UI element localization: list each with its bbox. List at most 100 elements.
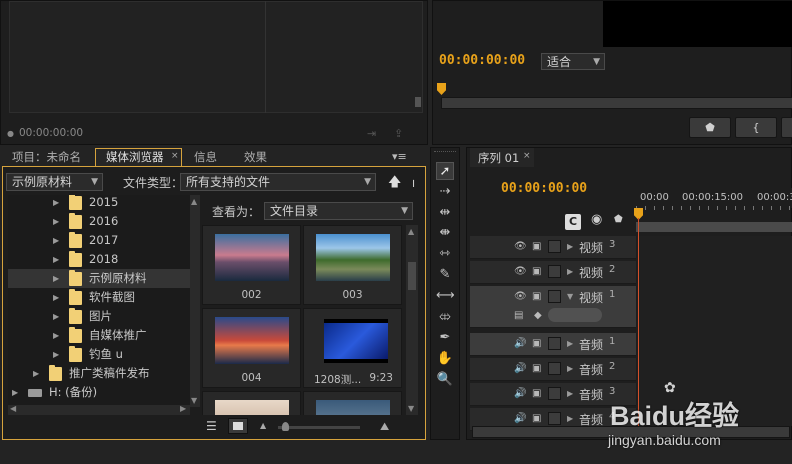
expand-icon[interactable]: ▶ xyxy=(53,250,59,269)
lock-toggle[interactable] xyxy=(548,387,561,400)
tree-hscrollbar[interactable] xyxy=(8,405,190,415)
thumb-item[interactable] xyxy=(303,391,402,415)
speaker-icon[interactable]: 🔊 xyxy=(514,363,526,374)
lock-toggle[interactable] xyxy=(548,362,561,375)
lock-toggle[interactable] xyxy=(548,265,561,278)
expand-icon[interactable]: ▶ xyxy=(53,195,59,212)
tree-item-drive-h[interactable]: ▶ H: (备份) xyxy=(8,383,190,402)
tab-project[interactable]: 项目：未命名 xyxy=(12,149,81,166)
expand-icon[interactable]: ▶ xyxy=(567,242,573,251)
tree-item-publish[interactable]: ▶ 推广类稿件发布 xyxy=(8,364,190,383)
tab-close-icon[interactable]: × xyxy=(523,151,531,161)
thumb-item[interactable]: 1208测... 9:23 xyxy=(303,308,402,388)
snap-button[interactable]: C xyxy=(565,214,581,230)
work-area-bar[interactable] xyxy=(636,222,792,232)
tab-effects[interactable]: 效果 xyxy=(244,149,267,166)
lock-toggle[interactable] xyxy=(548,240,561,253)
rolling-edit-tool-icon[interactable]: ⇼ xyxy=(436,224,454,242)
speaker-icon[interactable]: 🔊 xyxy=(514,413,526,424)
eye-icon[interactable]: 👁 xyxy=(514,241,527,252)
tree-item-fishing[interactable]: ▶ 钓鱼 u xyxy=(8,345,190,364)
add-marker-button[interactable]: ⬟ xyxy=(689,117,731,138)
scroll-left-icon[interactable]: ◀ xyxy=(10,404,16,413)
film-icon[interactable]: ▣ xyxy=(532,291,541,302)
razor-tool-icon[interactable]: ✎ xyxy=(436,266,454,284)
expand-icon[interactable]: ▶ xyxy=(53,345,59,364)
ripple-edit-tool-icon[interactable]: ⇹ xyxy=(436,204,454,222)
expand-icon[interactable]: ▶ xyxy=(53,212,59,231)
track-video-1[interactable]: 👁 ▣ ▼ 视频 1 ▤ ◆ xyxy=(470,286,636,328)
zoom-out-icon[interactable]: ▲ xyxy=(260,421,266,430)
tree-item-2018[interactable]: ▶ 2018 xyxy=(8,250,190,269)
expand-icon[interactable]: ▶ xyxy=(12,383,18,402)
pen-tool-icon[interactable]: ✒ xyxy=(436,329,454,347)
expand-icon[interactable]: ▶ xyxy=(567,389,573,398)
tree-item-screenshots[interactable]: ▶ 软件截图 xyxy=(8,288,190,307)
insert-icon[interactable]: ⇥ xyxy=(367,127,376,140)
thumb-item[interactable]: 004 xyxy=(202,308,301,388)
thumb-item[interactable]: 003 xyxy=(303,225,402,305)
fit-select[interactable]: 适合 ▼ xyxy=(541,53,605,70)
location-select[interactable]: 示例原材料 ▼ xyxy=(6,173,103,191)
list-view-icon[interactable]: ☰ xyxy=(206,419,217,433)
zoom-in-icon[interactable]: ⛰ xyxy=(380,420,389,434)
panel-menu-icon[interactable]: ▾≡ xyxy=(392,150,407,163)
up-arrow-icon[interactable]: 🡅 xyxy=(388,173,401,195)
add-marker-icon[interactable]: ⬟ xyxy=(614,214,623,225)
track-video-2[interactable]: 👁 ▣ ▶ 视频 2 xyxy=(470,261,636,284)
forward-icon[interactable]: ╷ xyxy=(410,173,417,187)
film-icon[interactable]: ▣ xyxy=(532,241,541,252)
speaker-icon[interactable]: 🔊 xyxy=(514,338,526,349)
sequence-tab[interactable]: 序列 01 xyxy=(478,150,519,166)
eye-icon[interactable]: 👁 xyxy=(514,266,527,277)
mark-in-button[interactable]: { xyxy=(735,117,777,138)
track-audio-2[interactable]: 🔊 ▣ ▶ 音频 2 xyxy=(470,358,636,381)
expand-icon[interactable]: ▶ xyxy=(53,231,59,250)
zoom-tool-icon[interactable]: 🔍 xyxy=(436,371,454,389)
thumb-scroll-thumb[interactable] xyxy=(408,262,416,290)
expand-icon[interactable]: ▶ xyxy=(567,339,573,348)
tree-item-promo[interactable]: ▶ 自媒体推广 xyxy=(8,326,190,345)
source-scroll-marker[interactable] xyxy=(415,97,421,107)
expand-icon[interactable]: ▶ xyxy=(567,414,573,423)
scroll-down-icon[interactable]: ▼ xyxy=(191,396,197,405)
film-icon[interactable]: ▣ xyxy=(532,338,541,349)
scroll-down-icon[interactable]: ▼ xyxy=(408,404,414,413)
lock-toggle[interactable] xyxy=(548,412,561,425)
keyframe-display-icon[interactable]: ▤ xyxy=(514,310,523,321)
expand-icon[interactable]: ▶ xyxy=(53,288,59,307)
thumb-size-slider[interactable] xyxy=(278,426,360,429)
track-audio-1[interactable]: 🔊 ▣ ▶ 音频 1 xyxy=(470,333,636,356)
lock-toggle[interactable] xyxy=(548,290,561,303)
speaker-icon[interactable]: 🔊 xyxy=(514,388,526,399)
expand-icon[interactable]: ▶ xyxy=(53,326,59,345)
tree-item-selected[interactable]: ▶ 示例原材料 xyxy=(8,269,190,288)
thumb-item[interactable] xyxy=(202,391,301,415)
view-as-select[interactable]: 文件目录 ▼ xyxy=(264,202,413,220)
expand-icon[interactable]: ▶ xyxy=(567,364,573,373)
rate-stretch-tool-icon[interactable]: ⇿ xyxy=(436,245,454,263)
sequence-timecode[interactable]: 00:00:00:00 xyxy=(501,181,587,196)
file-type-select[interactable]: 所有支持的文件 ▼ xyxy=(180,173,376,191)
program-scrub-bar[interactable] xyxy=(441,97,792,109)
keyframe-nav[interactable] xyxy=(548,308,602,322)
icon-view-button[interactable] xyxy=(228,418,248,434)
slide-tool-icon[interactable]: ⤄ xyxy=(436,308,454,326)
program-playhead-icon[interactable] xyxy=(437,83,446,95)
scroll-up-icon[interactable]: ▲ xyxy=(408,227,414,236)
track-select-tool-icon[interactable]: ⇢ xyxy=(436,183,454,201)
film-icon[interactable]: ▣ xyxy=(532,266,541,277)
keyframe-diamond-icon[interactable]: ◆ xyxy=(534,310,542,321)
eye-icon[interactable]: 👁 xyxy=(514,291,527,302)
hand-tool-icon[interactable]: ✋ xyxy=(436,350,454,368)
tree-item-2015[interactable]: ▶ 2015 xyxy=(8,195,190,212)
tab-media-browser[interactable]: 媒体浏览器 xyxy=(106,149,164,166)
selection-tool-icon[interactable]: ➚ xyxy=(436,162,454,180)
lock-toggle[interactable] xyxy=(548,337,561,350)
collapse-icon[interactable]: ▼ xyxy=(567,292,573,301)
tree-item-2016[interactable]: ▶ 2016 xyxy=(8,212,190,231)
thumb-item[interactable]: 002 xyxy=(202,225,301,305)
track-video-3[interactable]: 👁 ▣ ▶ 视频 3 xyxy=(470,236,636,259)
linked-selection-icon[interactable]: ◉ xyxy=(591,212,602,227)
expand-icon[interactable]: ▶ xyxy=(567,267,573,276)
